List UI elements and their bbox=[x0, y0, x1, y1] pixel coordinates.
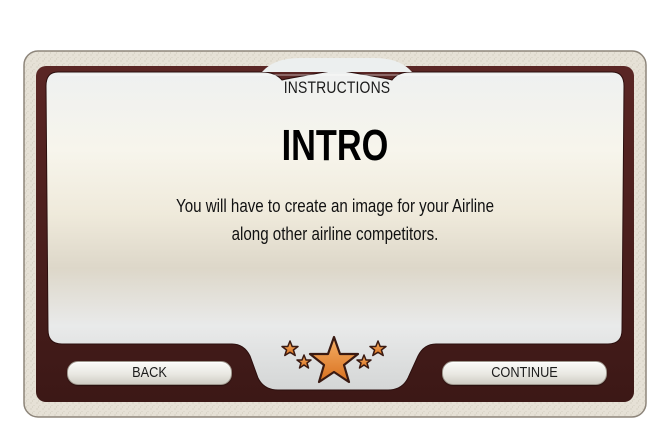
instructions-tab-title: INSTRUCTIONS bbox=[283, 78, 391, 97]
instructions-line-2: along other airline competitors. bbox=[231, 224, 439, 244]
star-icon bbox=[356, 354, 372, 369]
page-title: INTRO bbox=[281, 121, 389, 170]
stars-rating-icon bbox=[281, 335, 387, 384]
dialog-stage: INSTRUCTIONS INTRO You will have to crea… bbox=[0, 0, 670, 433]
back-button-label: BACK bbox=[132, 364, 167, 381]
instructions-line-1: You will have to create an image for you… bbox=[176, 196, 494, 216]
continue-button-label: CONTINUE bbox=[491, 364, 558, 381]
star-icon bbox=[308, 335, 360, 384]
star-icon bbox=[296, 354, 312, 369]
instructions-text: You will have to create an image for you… bbox=[146, 192, 524, 248]
back-button[interactable]: BACK bbox=[67, 361, 232, 385]
continue-button[interactable]: CONTINUE bbox=[442, 361, 607, 385]
star-icon bbox=[369, 340, 387, 357]
star-icon bbox=[281, 340, 299, 357]
